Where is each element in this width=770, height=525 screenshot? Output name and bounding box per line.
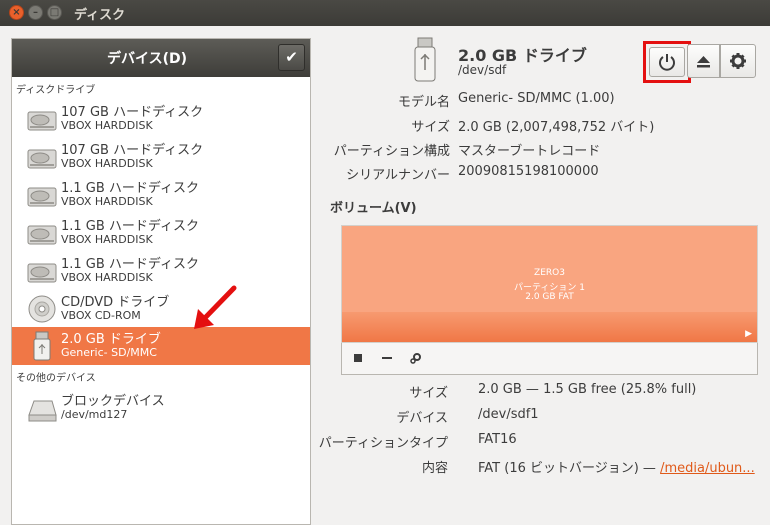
title-bar: × – □ ディスク (0, 0, 770, 26)
serial-value: 20090815198100000 (458, 164, 599, 179)
hard-disk-icon (27, 111, 57, 131)
partition-label: ZERO3 (534, 268, 565, 278)
partitioning-label: パーティション構成 (333, 144, 450, 159)
partition-type-value: FAT16 (478, 432, 517, 447)
usb-drive-icon (33, 331, 51, 361)
device-name: 1.1 GB ハードディスク (61, 219, 200, 234)
device-item-selected[interactable]: 2.0 GB ドライブ Generic- SD/MMC (12, 327, 310, 365)
device-model: VBOX CD-ROM (61, 309, 141, 322)
eject-button[interactable] (687, 44, 720, 78)
power-off-button[interactable] (649, 47, 685, 77)
window-title: ディスク (74, 8, 126, 23)
block-device-icon (28, 400, 57, 422)
partition-block[interactable]: ZERO3 パーティション 1 2.0 GB FAT ▶ (341, 225, 758, 343)
optical-disc-icon (28, 295, 56, 323)
power-off-button-highlight (643, 41, 691, 83)
device-model: /dev/md127 (61, 408, 128, 421)
stop-button[interactable] (351, 351, 365, 365)
size-value: 2.0 GB (2,007,498,752 バイト) (458, 120, 655, 135)
partition-size: 2.0 GB FAT (525, 292, 574, 302)
hard-disk-icon (27, 263, 57, 283)
eject-icon (697, 56, 710, 68)
device-model: VBOX HARDDISK (61, 195, 153, 208)
volume-device-value: /dev/sdf1 (478, 407, 539, 422)
device-model: Generic- SD/MMC (61, 346, 157, 359)
contents-label: 内容 (421, 461, 448, 476)
size-label: サイズ (411, 120, 450, 135)
partition-type-label: パーティションタイプ (318, 436, 448, 451)
device-name: 1.1 GB ハードディスク (61, 257, 200, 272)
gears-icon[interactable] (409, 351, 423, 365)
device-item[interactable]: 1.1 GB ハードディスク VBOX HARDDISK (12, 176, 310, 214)
red-arrow-annotation (194, 285, 237, 329)
check-icon[interactable]: ✔ (278, 44, 305, 71)
power-icon (659, 54, 675, 71)
volume-size-value: 2.0 GB — 1.5 GB free (25.8% full) (478, 382, 697, 397)
device-model: VBOX HARDDISK (61, 119, 153, 132)
device-name: 107 GB ハードディスク (61, 105, 204, 120)
hard-disk-icon (27, 187, 57, 207)
device-name: CD/DVD ドライブ (61, 295, 170, 310)
device-sidebar: デバイス(D) ✔ ディスクドライブ 107 GB ハードディスク VBOX H… (11, 38, 311, 525)
close-window-button[interactable]: × (9, 5, 24, 20)
device-model: VBOX HARDDISK (61, 271, 153, 284)
volume-size-label: サイズ (409, 386, 448, 401)
partition-shade (342, 312, 757, 342)
hard-disk-icon (27, 225, 57, 245)
section-disk-drives: ディスクドライブ (16, 85, 96, 96)
device-item[interactable]: 1.1 GB ハードディスク VBOX HARDDISK (12, 252, 310, 290)
model-value: Generic- SD/MMC (1.00) (458, 91, 615, 106)
gear-icon (730, 53, 746, 69)
hard-disk-icon (27, 149, 57, 169)
maximize-window-button[interactable]: □ (47, 5, 62, 20)
section-other-devices: その他のデバイス (16, 373, 96, 384)
settings-button[interactable] (720, 44, 756, 78)
volumes-title: ボリューム(V) (330, 201, 417, 216)
device-item[interactable]: CD/DVD ドライブ VBOX CD-ROM (12, 290, 310, 328)
model-label: モデル名 (397, 95, 450, 110)
device-model: VBOX HARDDISK (61, 157, 153, 170)
contents-value: FAT (16 ビットバージョン) — /media/ubun... (478, 457, 755, 476)
device-name: 107 GB ハードディスク (61, 143, 204, 158)
play-icon: ▶ (745, 329, 752, 339)
usb-drive-icon (414, 37, 436, 82)
device-item[interactable]: 1.1 GB ハードディスク VBOX HARDDISK (12, 214, 310, 252)
device-model: VBOX HARDDISK (61, 233, 153, 246)
serial-label: シリアルナンバー (346, 168, 450, 183)
contents-text: FAT (16 ビットバージョン) — (478, 461, 661, 476)
device-name: 1.1 GB ハードディスク (61, 181, 200, 196)
mount-point-link[interactable]: /media/ubun... (660, 461, 755, 476)
partitioning-value: マスターブートレコード (458, 144, 601, 159)
sidebar-header: デバイス(D) ✔ (12, 39, 310, 77)
device-item[interactable]: 107 GB ハードディスク VBOX HARDDISK (12, 138, 310, 176)
drive-path: /dev/sdf (458, 63, 507, 77)
minus-button[interactable] (380, 351, 394, 365)
volume-toolbar (341, 343, 758, 375)
device-name: 2.0 GB ドライブ (61, 332, 161, 347)
minimize-window-button[interactable]: – (28, 5, 43, 20)
volume-device-label: デバイス (396, 411, 448, 426)
device-item[interactable]: 107 GB ハードディスク VBOX HARDDISK (12, 100, 310, 138)
sidebar-header-title: デバイス(D) (107, 51, 187, 67)
device-item[interactable]: ブロックデバイス /dev/md127 (12, 389, 310, 427)
device-name: ブロックデバイス (61, 394, 165, 409)
